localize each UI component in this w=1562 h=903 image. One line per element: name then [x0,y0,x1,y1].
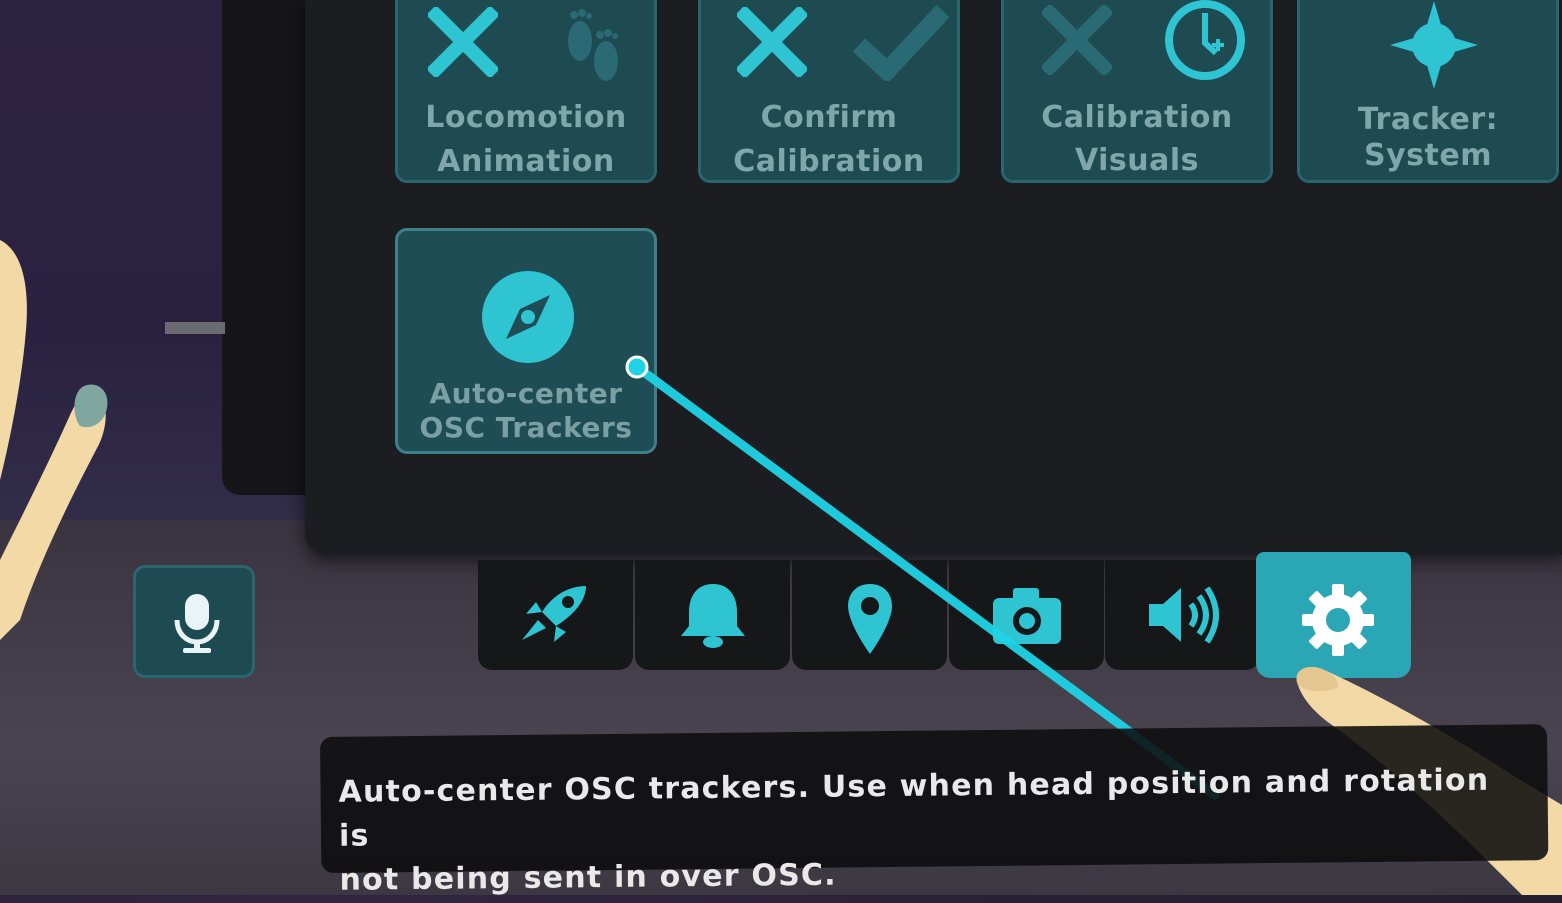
tile-label-line1: Calibration [1041,100,1233,135]
tile-locomotion-animation[interactable]: Locomotion Animation [395,0,657,183]
bell-icon [681,584,745,648]
x-icon [428,7,498,77]
tooltip-line-1: Auto-center OSC trackers. Use when head … [338,762,1490,854]
tile-label-line2: Visuals [1074,143,1200,178]
tile-label-line2: Animation [437,144,615,179]
tile-confirm-calibration[interactable]: Confirm Calibration [698,0,960,183]
background-ledge [165,322,225,334]
compass-icon [482,271,574,363]
settings-panel: Locomotion Animation Confirm Calibration… [305,0,1562,555]
rocket-icon [522,586,586,642]
tile-auto-center-osc-trackers[interactable]: Auto-center OSC Trackers [395,228,657,454]
checkmark-icon [852,4,950,81]
camera-icon [993,588,1061,644]
compass-star-icon [1390,1,1478,89]
tab-settings[interactable] [1256,552,1411,678]
tile-label-line1: Locomotion [425,100,627,135]
microphone-icon [174,594,220,653]
footprints-icon [568,9,618,81]
map-pin-icon [848,584,892,654]
tile-label-line2: OSC Trackers [419,411,633,444]
tab-rocket[interactable] [478,560,633,670]
tab-camera[interactable] [949,560,1104,670]
gear-icon [1302,584,1374,656]
tile-label-line2: System [1364,138,1492,173]
tab-notifications[interactable] [635,560,790,670]
speaker-icon [1149,586,1219,644]
tab-audio[interactable] [1105,560,1260,670]
tab-location[interactable] [792,560,947,670]
tooltip: Auto-center OSC trackers. Use when head … [320,724,1549,898]
tile-label-line1: Tracker: [1357,102,1499,137]
tile-calibration-visuals[interactable]: Calibration Visuals [1001,0,1273,183]
tile-label-line1: Auto-center [429,377,623,410]
tile-tracker-system[interactable]: Tracker: System [1297,0,1559,183]
x-icon [1042,5,1112,75]
tile-label-line1: Confirm [760,100,898,135]
clock-icon [1165,0,1245,80]
microphone-button[interactable] [133,565,255,678]
x-icon [737,7,807,77]
tile-label-line2: Calibration [733,144,925,179]
